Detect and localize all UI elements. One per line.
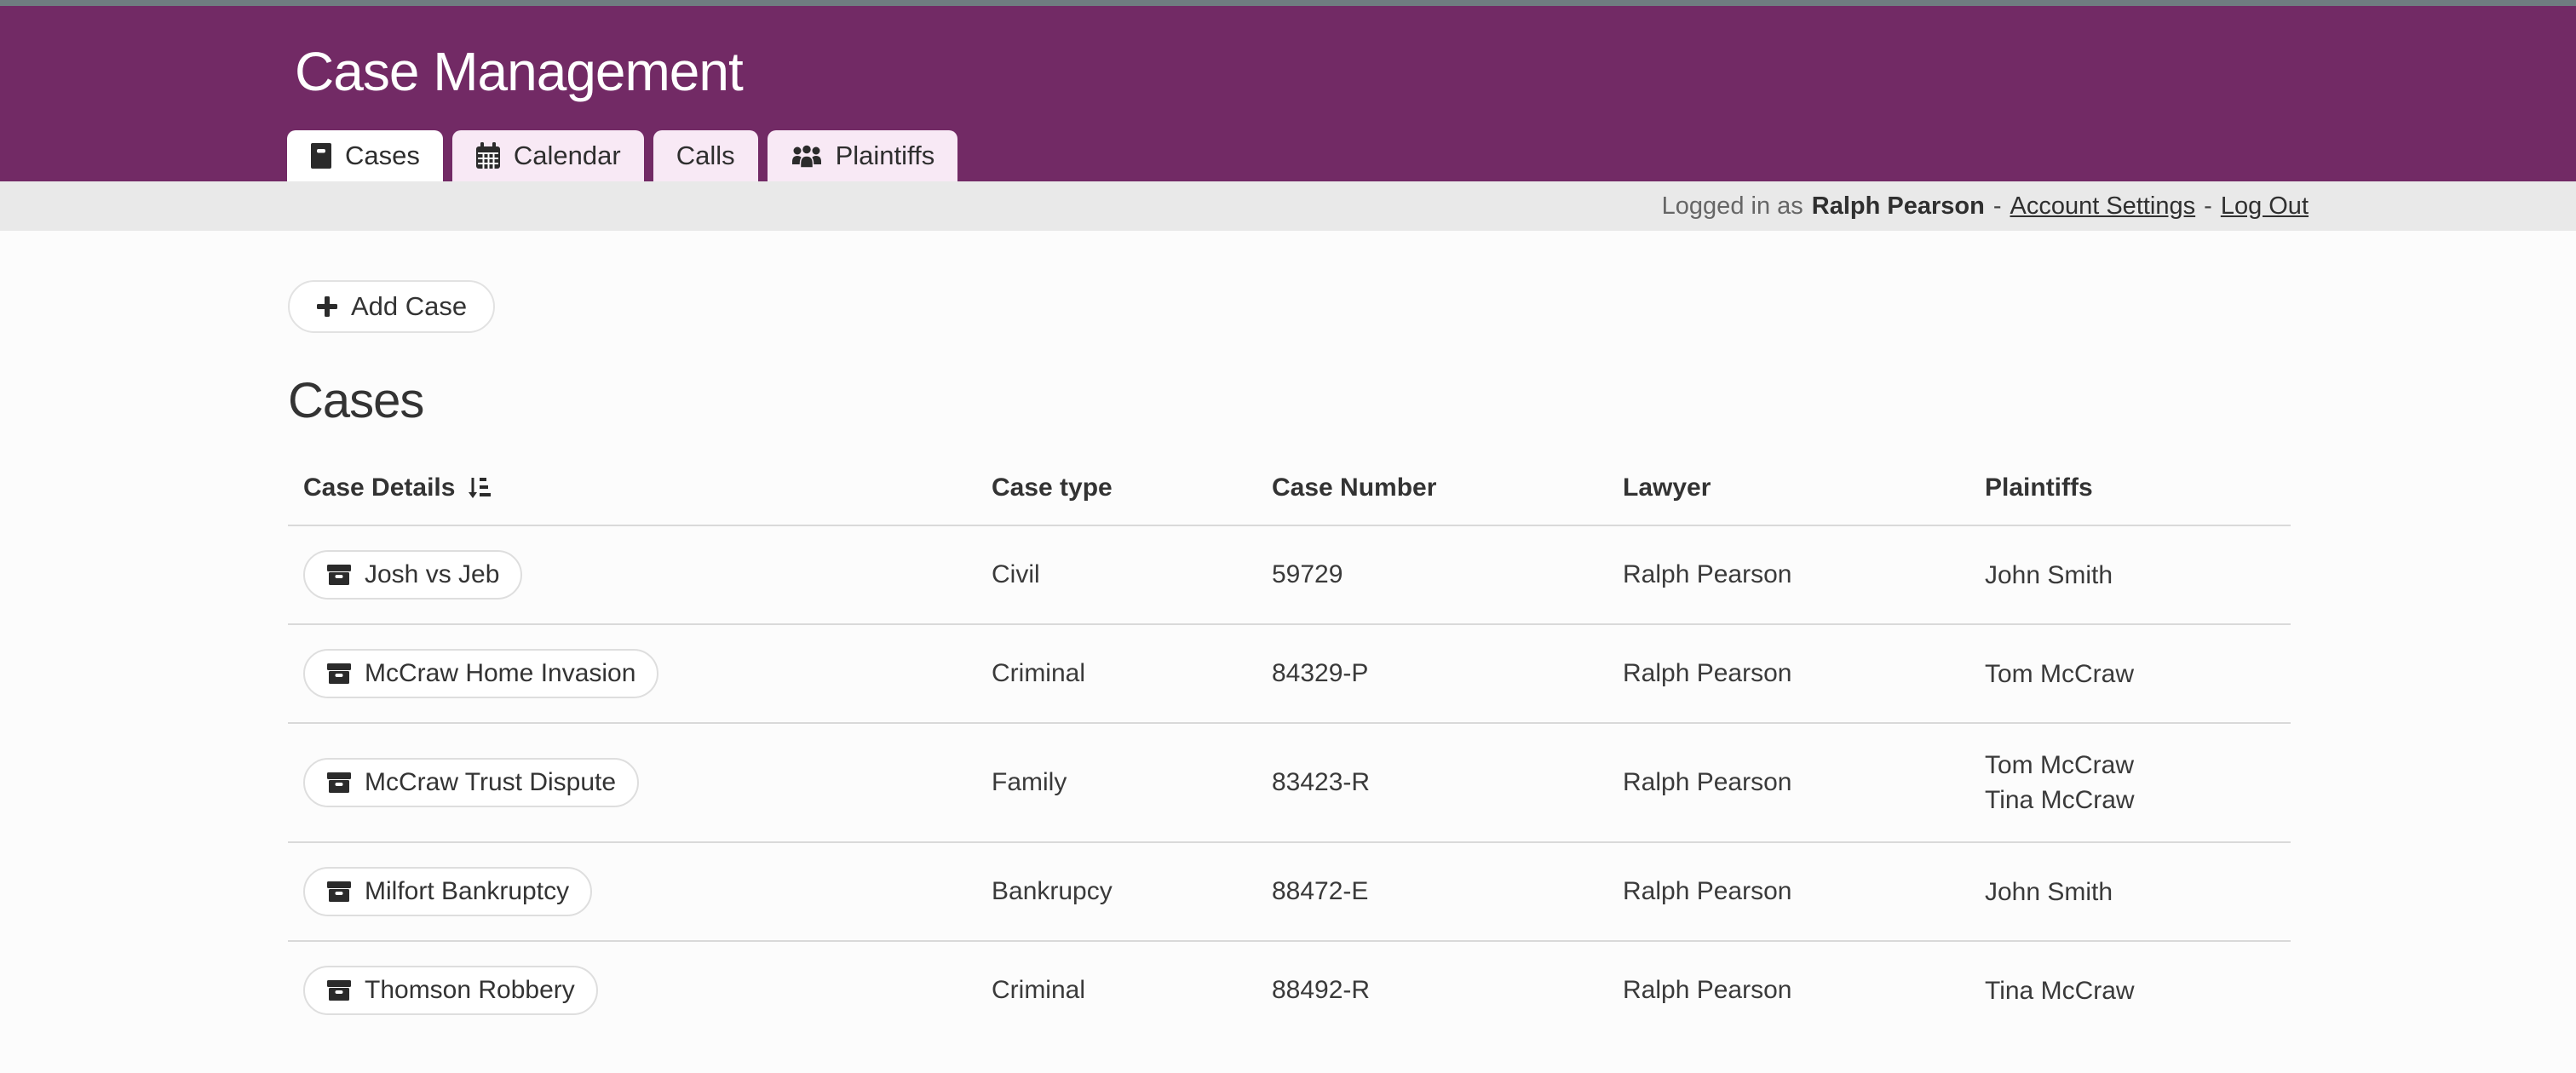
tab-label: Cases [345,141,420,171]
table-row: Josh vs Jeb Civil 59729 Ralph Pearson Jo… [288,525,2291,623]
users-icon [791,143,823,169]
case-number-cell: 88472-E [1272,877,1623,906]
tab-calls[interactable]: Calls [653,130,758,181]
column-header-case-type: Case type [992,473,1272,502]
app-header: Case Management Cases [0,6,2576,181]
tab-plaintiffs[interactable]: Plaintiffs [768,130,958,181]
table-row: McCraw Home Invasion Criminal 84329-P Ra… [288,623,2291,722]
case-name-label: Josh vs Jeb [365,560,499,589]
main-content: Add Case Cases Case Details Case type Ca… [0,231,2576,1039]
logout-link[interactable]: Log Out [2221,192,2309,221]
case-number-cell: 59729 [1272,560,1623,589]
column-header-lawyer: Lawyer [1623,473,1985,502]
archive-icon [326,770,352,795]
plaintiff-name: John Smith [1985,875,2291,909]
case-details-cell: Milfort Bankruptcy [288,867,992,916]
table-row: Thomson Robbery Criminal 88492-R Ralph P… [288,940,2291,1039]
case-details-cell: McCraw Trust Dispute [288,758,992,807]
tab-calendar[interactable]: Calendar [452,130,644,181]
archive-icon [326,661,352,686]
cases-table: Case Details Case type Case Number Lawye… [288,429,2291,1039]
plaintiff-name: Tina McCraw [1985,783,2291,818]
case-type-cell: Criminal [992,976,1272,1005]
account-settings-link[interactable]: Account Settings [2010,192,2196,221]
plaintiff-name: Tom McCraw [1985,657,2291,691]
lawyer-cell: Ralph Pearson [1623,659,1985,688]
case-details-button[interactable]: McCraw Home Invasion [303,649,658,698]
archive-icon [310,142,332,169]
case-details-cell: McCraw Home Invasion [288,649,992,698]
page-title: Cases [288,372,2576,429]
case-details-button[interactable]: Milfort Bankruptcy [303,867,592,916]
table-body: Josh vs Jeb Civil 59729 Ralph Pearson Jo… [288,525,2291,1039]
logged-in-username: Ralph Pearson [1812,192,1985,221]
tab-label: Calendar [514,141,621,171]
column-header-case-details[interactable]: Case Details [288,473,992,502]
case-name-label: Milfort Bankruptcy [365,877,569,906]
case-type-cell: Civil [992,560,1272,589]
plaintiffs-cell: Tina McCraw [1985,973,2291,1008]
column-header-case-number: Case Number [1272,473,1623,502]
plus-icon [316,296,338,318]
case-type-cell: Criminal [992,659,1272,688]
case-number-cell: 88492-R [1272,976,1623,1005]
user-session-bar: Logged in as Ralph Pearson - Account Set… [0,181,2576,231]
calendar-icon [475,142,501,169]
plaintiff-name: Tina McCraw [1985,973,2291,1008]
plaintiffs-cell: John Smith [1985,558,2291,593]
archive-icon [326,879,352,904]
logged-in-prefix: Logged in as [1662,192,1803,221]
plaintiffs-cell: John Smith [1985,875,2291,909]
plaintiff-name: Tom McCraw [1985,748,2291,783]
tab-cases[interactable]: Cases [287,130,443,181]
separator: - [2204,192,2212,221]
case-name-label: Thomson Robbery [365,976,575,1005]
separator: - [1993,192,2002,221]
plaintiff-name: John Smith [1985,558,2291,593]
tab-label: Plaintiffs [836,141,935,171]
lawyer-cell: Ralph Pearson [1623,768,1985,797]
case-details-button[interactable]: McCraw Trust Dispute [303,758,639,807]
case-details-button[interactable]: Josh vs Jeb [303,550,522,600]
archive-icon [326,562,352,588]
case-name-label: McCraw Trust Dispute [365,768,616,797]
case-details-button[interactable]: Thomson Robbery [303,966,598,1015]
case-type-cell: Bankrupcy [992,877,1272,906]
plaintiffs-cell: Tom McCrawTina McCraw [1985,748,2291,818]
case-name-label: McCraw Home Invasion [365,659,635,688]
column-header-plaintiffs: Plaintiffs [1985,473,2291,502]
lawyer-cell: Ralph Pearson [1623,976,1985,1005]
lawyer-cell: Ralph Pearson [1623,560,1985,589]
table-header-row: Case Details Case type Case Number Lawye… [288,429,2291,525]
window-top-strip [0,0,2576,6]
archive-icon [326,978,352,1003]
case-number-cell: 83423-R [1272,768,1623,797]
case-details-cell: Josh vs Jeb [288,550,992,600]
table-row: McCraw Trust Dispute Family 83423-R Ralp… [288,722,2291,841]
column-header-label: Case Details [303,473,455,502]
case-details-cell: Thomson Robbery [288,966,992,1015]
add-case-label: Add Case [351,291,467,322]
tab-label: Calls [676,141,735,171]
app-title: Case Management [0,6,2576,103]
plaintiffs-cell: Tom McCraw [1985,657,2291,691]
add-case-button[interactable]: Add Case [288,280,495,333]
case-number-cell: 84329-P [1272,659,1623,688]
sort-amount-down-icon [467,476,491,500]
case-type-cell: Family [992,768,1272,797]
table-row: Milfort Bankruptcy Bankrupcy 88472-E Ral… [288,841,2291,940]
lawyer-cell: Ralph Pearson [1623,877,1985,906]
tab-bar: Cases Calendar Calls [287,130,957,181]
